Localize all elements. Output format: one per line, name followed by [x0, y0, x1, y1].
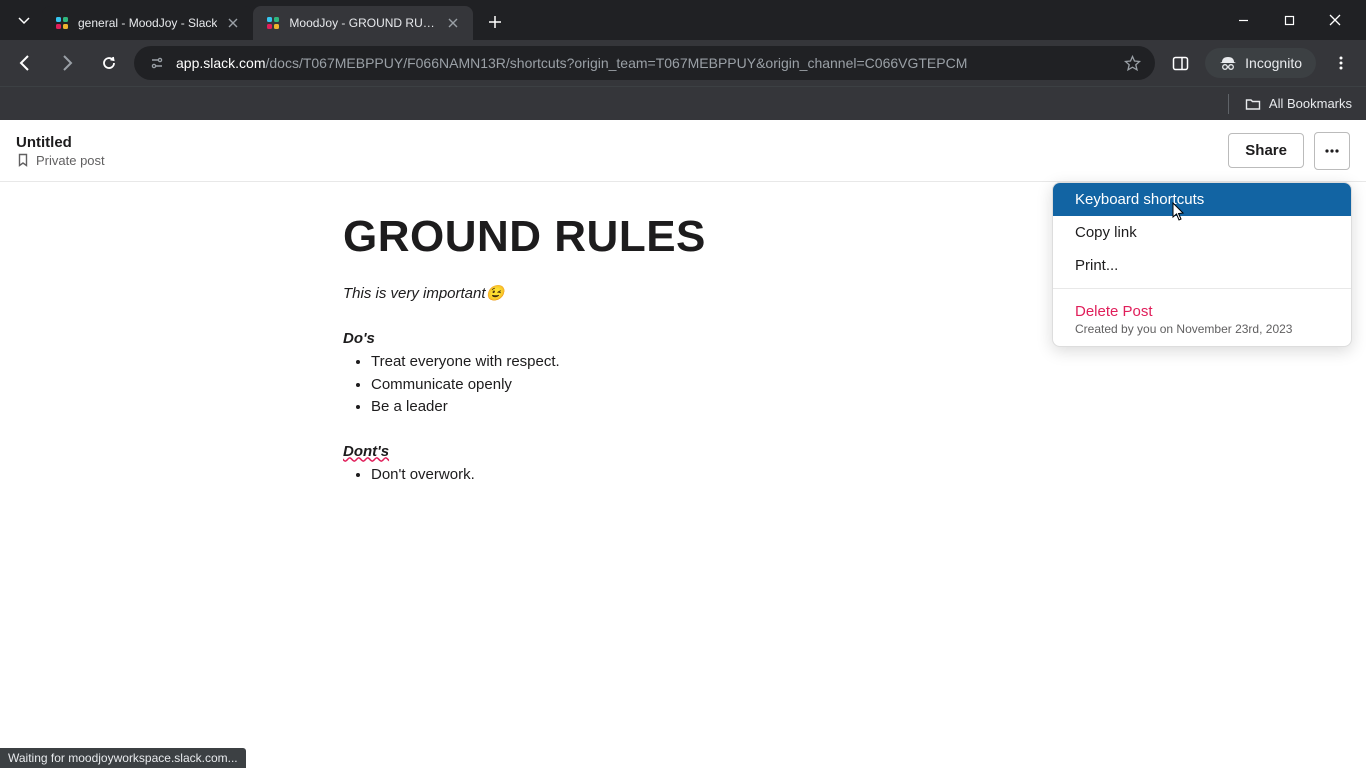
tab-title: general - MoodJoy - Slack	[78, 16, 217, 30]
divider	[1228, 94, 1229, 114]
folder-icon	[1245, 96, 1261, 112]
more-actions-button[interactable]	[1314, 132, 1350, 170]
menu-delete-post[interactable]: Delete Post Created by you on November 2…	[1053, 295, 1351, 346]
doc-title: Untitled	[16, 134, 105, 151]
bookmark-star-icon[interactable]	[1123, 54, 1141, 72]
app-content: Untitled Private post Share GROUND RULES…	[0, 120, 1366, 486]
donts-heading: Dont's	[343, 443, 1000, 460]
divider	[1053, 288, 1351, 289]
site-settings-icon[interactable]	[148, 54, 166, 72]
bookmark-outline-icon	[16, 153, 30, 167]
side-panel-button[interactable]	[1163, 46, 1197, 80]
maximize-button[interactable]	[1266, 0, 1312, 40]
incognito-badge[interactable]: Incognito	[1205, 48, 1316, 78]
share-button[interactable]: Share	[1228, 133, 1304, 168]
browser-toolbar: app.slack.com/docs/T067MEBPPUY/F066NAMN1…	[0, 40, 1366, 86]
chrome-menu-button[interactable]	[1324, 46, 1358, 80]
menu-copy-link[interactable]: Copy link	[1053, 216, 1351, 249]
browser-tab[interactable]: MoodJoy - GROUND RULES - S	[253, 6, 473, 40]
menu-print[interactable]: Print...	[1053, 249, 1351, 282]
new-tab-button[interactable]	[481, 8, 509, 36]
window-controls	[1220, 0, 1358, 40]
slack-favicon-icon	[54, 15, 70, 31]
incognito-label: Incognito	[1245, 55, 1302, 71]
created-meta: Created by you on November 23rd, 2023	[1075, 322, 1329, 336]
all-bookmarks-button[interactable]: All Bookmarks	[1245, 96, 1352, 112]
doc-privacy: Private post	[16, 153, 105, 168]
doc-header: Untitled Private post Share	[0, 120, 1366, 182]
tab-search-button[interactable]	[12, 8, 36, 32]
doc-body[interactable]: GROUND RULES This is very important😉 Do'…	[0, 182, 1000, 486]
address-bar[interactable]: app.slack.com/docs/T067MEBPPUY/F066NAMN1…	[134, 46, 1155, 80]
list-item: Communicate openly	[371, 374, 1000, 397]
reload-button[interactable]	[92, 46, 126, 80]
tab-title: MoodJoy - GROUND RULES - S	[289, 16, 437, 30]
list-item: Don't overwork.	[371, 464, 1000, 487]
status-bar: Waiting for moodjoyworkspace.slack.com..…	[0, 748, 246, 768]
bookmarks-bar: All Bookmarks	[0, 86, 1366, 120]
toolbar-right: Incognito	[1163, 46, 1358, 80]
back-button[interactable]	[8, 46, 42, 80]
tab-close-button[interactable]	[225, 15, 241, 31]
more-actions-menu: Keyboard shortcuts Copy link Print... De…	[1052, 182, 1352, 347]
url-text: app.slack.com/docs/T067MEBPPUY/F066NAMN1…	[176, 55, 1113, 71]
browser-chrome: general - MoodJoy - Slack MoodJoy - GROU…	[0, 0, 1366, 120]
forward-button[interactable]	[50, 46, 84, 80]
list-item: Treat everyone with respect.	[371, 351, 1000, 374]
incognito-icon	[1219, 54, 1237, 72]
dos-heading: Do's	[343, 330, 1000, 347]
browser-tab[interactable]: general - MoodJoy - Slack	[42, 6, 253, 40]
menu-keyboard-shortcuts[interactable]: Keyboard shortcuts	[1053, 183, 1351, 216]
donts-list: Don't overwork.	[343, 464, 1000, 487]
list-item: Be a leader	[371, 396, 1000, 419]
dos-list: Treat everyone with respect. Communicate…	[343, 351, 1000, 419]
minimize-button[interactable]	[1220, 0, 1266, 40]
tab-close-button[interactable]	[445, 15, 461, 31]
doc-intro: This is very important😉	[343, 284, 1000, 302]
slack-favicon-icon	[265, 15, 281, 31]
close-window-button[interactable]	[1312, 0, 1358, 40]
doc-heading: GROUND RULES	[343, 212, 1000, 262]
tab-bar: general - MoodJoy - Slack MoodJoy - GROU…	[0, 0, 1366, 40]
